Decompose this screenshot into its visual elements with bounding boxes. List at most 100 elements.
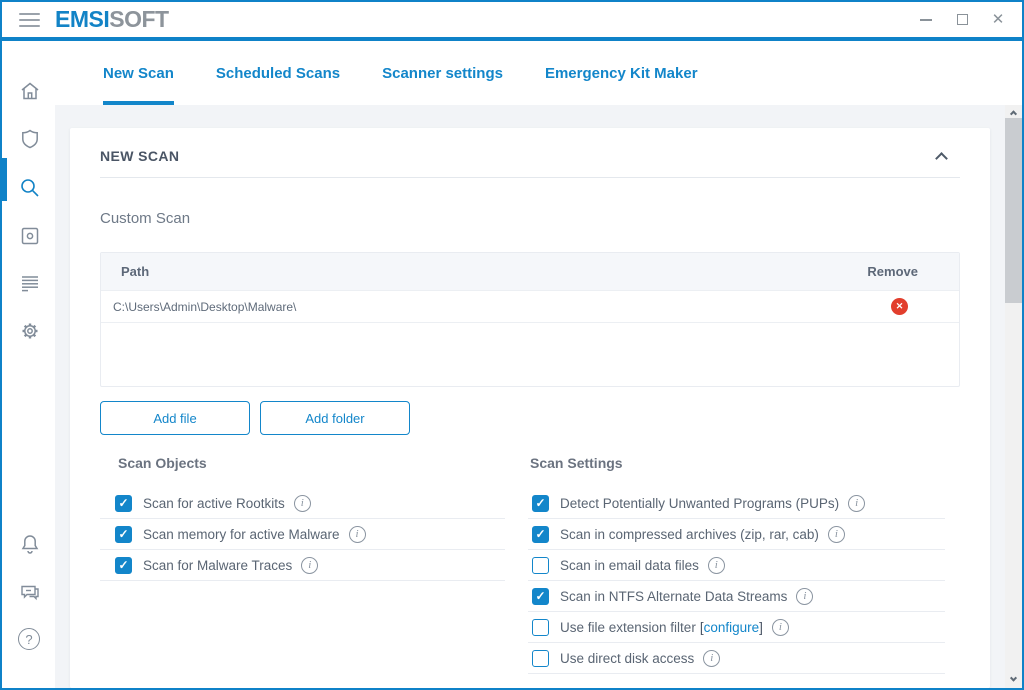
vertical-scrollbar[interactable] — [1005, 105, 1022, 688]
checkbox[interactable] — [115, 526, 132, 543]
chat-icon — [18, 580, 42, 604]
info-icon[interactable] — [796, 588, 813, 605]
sidebar-item-scan[interactable] — [18, 176, 42, 200]
scroll-up-button[interactable] — [1005, 105, 1022, 119]
configure-link[interactable]: configure — [704, 620, 760, 635]
window-controls: ✕ — [908, 6, 1016, 34]
tab-new-scan[interactable]: New Scan — [103, 41, 174, 105]
info-icon[interactable] — [772, 619, 789, 636]
maximize-button[interactable] — [944, 6, 980, 34]
minimize-button[interactable] — [908, 6, 944, 34]
content-area: New Scan Scheduled Scans Scanner setting… — [55, 41, 1022, 688]
scrollbar-thumb[interactable] — [1005, 118, 1022, 303]
maximize-icon — [957, 14, 968, 25]
checkbox[interactable] — [115, 557, 132, 574]
option-label: Scan for active Rootkits — [143, 496, 285, 511]
sidebar-active-indicator — [2, 158, 7, 201]
scan-path-table: Path Remove C:\Users\Admin\Desktop\Malwa… — [100, 252, 960, 387]
chevron-down-icon — [1010, 674, 1017, 681]
custom-scan-heading: Custom Scan — [100, 210, 960, 227]
option-scan-email-data-files[interactable]: Scan in email data files — [528, 550, 945, 581]
tab-emergency-kit-maker[interactable]: Emergency Kit Maker — [545, 41, 698, 105]
sidebar-item-protection[interactable] — [18, 127, 42, 151]
sidebar: ? — [2, 41, 55, 688]
info-icon[interactable] — [294, 495, 311, 512]
emsisoft-logo: EMSISOFT — [55, 6, 169, 33]
shield-icon — [18, 127, 42, 151]
add-file-button[interactable]: Add file — [100, 401, 250, 435]
option-scan-active-rootkits[interactable]: Scan for active Rootkits — [100, 488, 505, 519]
chevron-up-icon — [1010, 110, 1017, 117]
app-window: EMSISOFT ✕ — [0, 0, 1024, 690]
checkbox[interactable] — [532, 619, 549, 636]
scan-objects-title: Scan Objects — [100, 455, 505, 471]
option-label: Scan in NTFS Alternate Data Streams — [560, 589, 787, 604]
close-button[interactable]: ✕ — [980, 6, 1016, 34]
minimize-icon — [920, 19, 932, 21]
search-icon — [18, 176, 42, 200]
checkbox[interactable] — [532, 588, 549, 605]
scan-settings-column: Scan Settings Detect Potentially Unwante… — [528, 455, 960, 674]
option-label: Use file extension filter — [560, 620, 696, 635]
help-glyph: ? — [25, 632, 32, 647]
help-icon: ? — [18, 628, 40, 650]
logs-icon — [18, 271, 42, 295]
sidebar-item-home[interactable] — [18, 79, 42, 103]
options-columns: Scan Objects Scan for active Rootkits Sc… — [100, 455, 960, 674]
checkbox[interactable] — [532, 526, 549, 543]
scroll-down-button[interactable] — [1005, 672, 1022, 686]
option-file-extension-filter[interactable]: Use file extension filter [configure] — [528, 612, 945, 643]
tab-scanner-settings[interactable]: Scanner settings — [382, 41, 503, 105]
option-label: Scan in email data files — [560, 558, 699, 573]
info-icon[interactable] — [828, 526, 845, 543]
option-scan-malware-traces[interactable]: Scan for Malware Traces — [100, 550, 505, 581]
sidebar-item-feedback[interactable] — [18, 580, 42, 604]
option-label: Scan in compressed archives (zip, rar, c… — [560, 527, 819, 542]
header-divider — [100, 177, 960, 178]
option-label: Scan for Malware Traces — [143, 558, 292, 573]
option-detect-pups[interactable]: Detect Potentially Unwanted Programs (PU… — [528, 488, 945, 519]
scan-settings-title: Scan Settings — [528, 455, 960, 471]
sidebar-item-notifications[interactable] — [18, 532, 42, 556]
table-row[interactable]: C:\Users\Admin\Desktop\Malware\ — [101, 290, 959, 323]
sidebar-item-quarantine[interactable] — [18, 224, 42, 248]
title-bar: EMSISOFT ✕ — [2, 2, 1022, 37]
bell-icon — [18, 532, 42, 556]
scan-objects-column: Scan Objects Scan for active Rootkits Sc… — [100, 455, 505, 674]
logo-primary: EMSI — [55, 6, 109, 32]
logo-secondary: SOFT — [109, 6, 168, 32]
checkbox[interactable] — [532, 557, 549, 574]
info-icon[interactable] — [703, 650, 720, 667]
option-direct-disk-access[interactable]: Use direct disk access — [528, 643, 945, 674]
remove-path-button[interactable] — [891, 298, 908, 315]
checkbox[interactable] — [532, 495, 549, 512]
option-label: Scan memory for active Malware — [143, 527, 340, 542]
bracket-close: ] — [759, 620, 763, 635]
sidebar-item-settings[interactable] — [18, 319, 42, 343]
gear-icon — [18, 319, 42, 343]
info-icon[interactable] — [848, 495, 865, 512]
info-icon[interactable] — [301, 557, 318, 574]
scan-path-value: C:\Users\Admin\Desktop\Malware\ — [113, 300, 296, 314]
option-scan-ntfs-ads[interactable]: Scan in NTFS Alternate Data Streams — [528, 581, 945, 612]
checkbox[interactable] — [115, 495, 132, 512]
add-buttons-row: Add file Add folder — [100, 401, 960, 435]
menu-icon[interactable] — [19, 13, 40, 27]
add-folder-button[interactable]: Add folder — [260, 401, 410, 435]
checkbox[interactable] — [532, 650, 549, 667]
option-scan-memory-malware[interactable]: Scan memory for active Malware — [100, 519, 505, 550]
tab-bar: New Scan Scheduled Scans Scanner setting… — [55, 41, 1022, 105]
sidebar-item-help[interactable]: ? — [18, 628, 42, 652]
info-icon[interactable] — [349, 526, 366, 543]
column-header-remove: Remove — [867, 264, 918, 279]
option-scan-compressed-archives[interactable]: Scan in compressed archives (zip, rar, c… — [528, 519, 945, 550]
collapse-chevron-up-icon[interactable] — [935, 152, 948, 165]
info-icon[interactable] — [708, 557, 725, 574]
sidebar-item-logs[interactable] — [18, 271, 42, 295]
option-label: Use direct disk access — [560, 651, 694, 666]
table-header-row: Path Remove — [101, 253, 959, 290]
home-icon — [18, 79, 42, 103]
column-header-path: Path — [121, 264, 149, 279]
panel-header: NEW SCAN — [100, 128, 960, 164]
tab-scheduled-scans[interactable]: Scheduled Scans — [216, 41, 340, 105]
